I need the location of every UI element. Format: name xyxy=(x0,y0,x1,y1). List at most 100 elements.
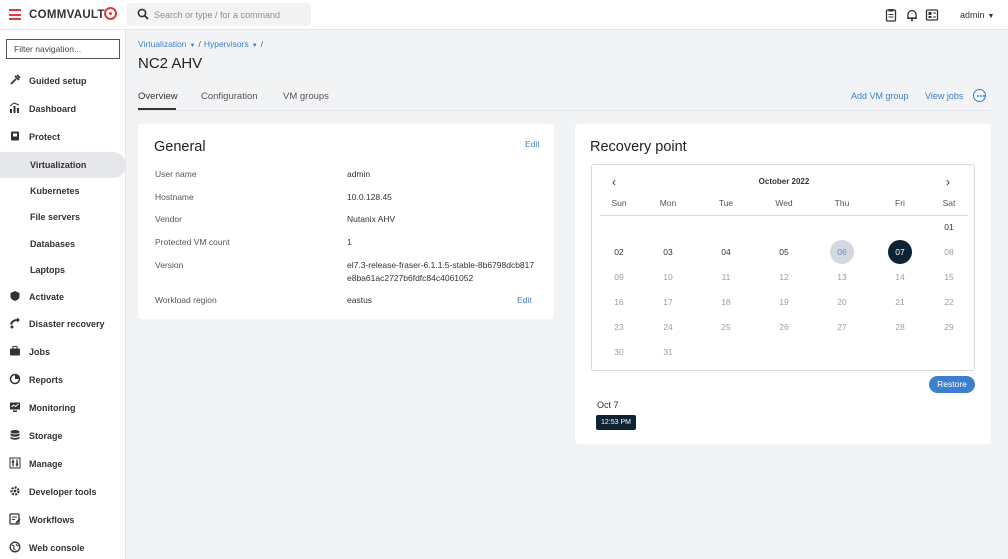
weekday-thu: Thu xyxy=(834,198,850,208)
weekday-sat: Sat xyxy=(942,198,956,208)
sidebar-item-reports[interactable]: Reports xyxy=(0,367,126,393)
storage-icon xyxy=(10,430,20,440)
breadcrumb-virtualization[interactable]: Virtualization ▼ xyxy=(138,39,195,49)
prop-label-hostname: Hostname xyxy=(155,192,194,202)
sidebar-item-jobs[interactable]: Jobs xyxy=(0,339,126,365)
calendar-day: 25 xyxy=(721,322,731,332)
calendar-day[interactable]: 04 xyxy=(714,240,738,264)
calendar-day[interactable]: 01 xyxy=(937,215,961,239)
calendar-month: October 2022 xyxy=(758,177,810,186)
sidebar-item-laptops[interactable]: Laptops xyxy=(0,257,126,283)
search-icon xyxy=(137,8,149,20)
sidebar-item-web-console[interactable]: Web console xyxy=(0,535,126,559)
sidebar-item-guided-setup[interactable]: Guided setup xyxy=(0,68,126,94)
sidebar-item-databases[interactable]: Databases xyxy=(0,231,126,257)
sidebar-item-workflows[interactable]: Workflows xyxy=(0,507,126,533)
recovery-point-card: Recovery point ‹ October 2022 › Sun Mon … xyxy=(575,124,991,444)
sidebar-item-developer-tools[interactable]: Developer tools xyxy=(0,479,126,505)
restore-button[interactable]: Restore xyxy=(929,376,975,393)
dashboard-icon xyxy=(9,102,20,113)
protect-icon xyxy=(11,131,19,141)
prop-label-vendor: Vendor xyxy=(155,214,182,224)
calendar-day[interactable]: 02 xyxy=(607,240,631,264)
tab-vm-groups[interactable]: VM groups xyxy=(283,91,329,102)
breadcrumb-hypervisors[interactable]: Hypervisors ▼ xyxy=(204,39,258,49)
sidebar-item-storage[interactable]: Storage xyxy=(0,423,126,449)
sidebar-item-disaster-recovery[interactable]: Disaster recovery xyxy=(0,311,126,337)
search-bar[interactable] xyxy=(127,3,311,26)
web-console-icon xyxy=(9,541,21,553)
calendar-day: 17 xyxy=(663,297,673,307)
sidebar-item-virtualization[interactable]: Virtualization xyxy=(0,152,126,178)
commvault-logo-icon xyxy=(104,7,117,20)
chevron-down-icon[interactable]: ▼ xyxy=(190,43,196,49)
weekday-fri: Fri xyxy=(895,198,905,208)
disaster-recovery-icon xyxy=(10,317,20,329)
manage-icon xyxy=(9,457,21,469)
sidebar-item-activate[interactable]: Activate xyxy=(0,284,126,310)
prop-value-vendor: Nutanix AHV xyxy=(347,214,396,224)
activate-icon xyxy=(10,291,20,301)
calendar-day: 16 xyxy=(614,297,624,307)
filter-navigation-input[interactable] xyxy=(6,39,120,59)
workload-region-edit-link[interactable]: Edit xyxy=(517,295,532,305)
sidebar: Guided setup Dashboard Protect Virtualiz… xyxy=(0,30,126,559)
monitoring-icon xyxy=(10,402,20,412)
chevron-down-icon[interactable]: ▼ xyxy=(252,43,258,49)
calendar: ‹ October 2022 › Sun Mon Tue Wed Thu Fri… xyxy=(591,164,975,371)
calendar-day: 19 xyxy=(779,297,789,307)
clipboard-icon[interactable] xyxy=(884,8,898,22)
calendar-day: 11 xyxy=(721,272,731,282)
sidebar-item-file-servers[interactable]: File servers xyxy=(0,204,126,230)
chevron-down-icon: ▼ xyxy=(987,13,995,20)
calendar-day: 08 xyxy=(944,247,954,257)
general-card: General Edit User name admin Hostname 10… xyxy=(138,124,554,319)
menu-icon[interactable] xyxy=(9,9,21,20)
sidebar-item-protect[interactable]: Protect xyxy=(0,124,126,150)
prop-label-user-name: User name xyxy=(155,169,197,179)
calendar-day: 31 xyxy=(663,347,673,357)
breadcrumb: Virtualization ▼ / Hypervisors ▼ / xyxy=(138,39,264,49)
calendar-day: 18 xyxy=(721,297,731,307)
recovery-point-time[interactable]: 12:53 PM xyxy=(596,415,636,430)
apps-icon[interactable] xyxy=(925,8,939,22)
general-edit-link[interactable]: Edit xyxy=(525,139,540,149)
prop-value-protected-vm-count: 1 xyxy=(347,237,352,247)
more-options-icon[interactable] xyxy=(973,89,986,102)
calendar-day[interactable]: 06 xyxy=(830,240,854,264)
calendar-day[interactable]: 07 xyxy=(888,240,912,264)
calendar-day: 10 xyxy=(663,272,673,282)
tab-configuration[interactable]: Configuration xyxy=(201,91,258,102)
calendar-day: 15 xyxy=(944,272,954,282)
guided-setup-icon xyxy=(10,74,21,85)
tab-overview[interactable]: Overview xyxy=(138,91,178,102)
prop-label-workload-region: Workload region xyxy=(155,295,217,305)
add-vm-group-link[interactable]: Add VM group xyxy=(851,91,909,101)
calendar-day: 30 xyxy=(614,347,624,357)
user-menu[interactable]: admin ▼ xyxy=(960,10,994,20)
chevron-right-icon[interactable]: › xyxy=(946,175,956,189)
prop-value-hostname: 10.0.128.45 xyxy=(347,192,392,202)
view-jobs-link[interactable]: View jobs xyxy=(925,91,963,101)
calendar-day: 23 xyxy=(614,322,624,332)
calendar-day: 24 xyxy=(663,322,673,332)
calendar-day: 21 xyxy=(895,297,905,307)
search-input[interactable] xyxy=(154,8,304,21)
calendar-day: 14 xyxy=(895,272,905,282)
sidebar-item-monitoring[interactable]: Monitoring xyxy=(0,395,126,421)
sidebar-item-dashboard[interactable]: Dashboard xyxy=(0,96,126,122)
calendar-day: 29 xyxy=(944,322,954,332)
calendar-day[interactable]: 05 xyxy=(772,240,796,264)
calendar-day: 12 xyxy=(779,272,789,282)
tab-divider xyxy=(138,110,991,111)
sidebar-item-kubernetes[interactable]: Kubernetes xyxy=(0,178,126,204)
sidebar-item-manage[interactable]: Manage xyxy=(0,451,126,477)
general-title: General xyxy=(154,139,206,155)
bell-icon[interactable] xyxy=(905,8,919,22)
page-title: NC2 AHV xyxy=(138,55,203,72)
weekday-sun: Sun xyxy=(611,198,627,208)
calendar-day: 28 xyxy=(895,322,905,332)
recovery-point-date: Oct 7 xyxy=(597,400,619,410)
user-name: admin xyxy=(960,10,985,20)
calendar-day[interactable]: 03 xyxy=(656,240,680,264)
